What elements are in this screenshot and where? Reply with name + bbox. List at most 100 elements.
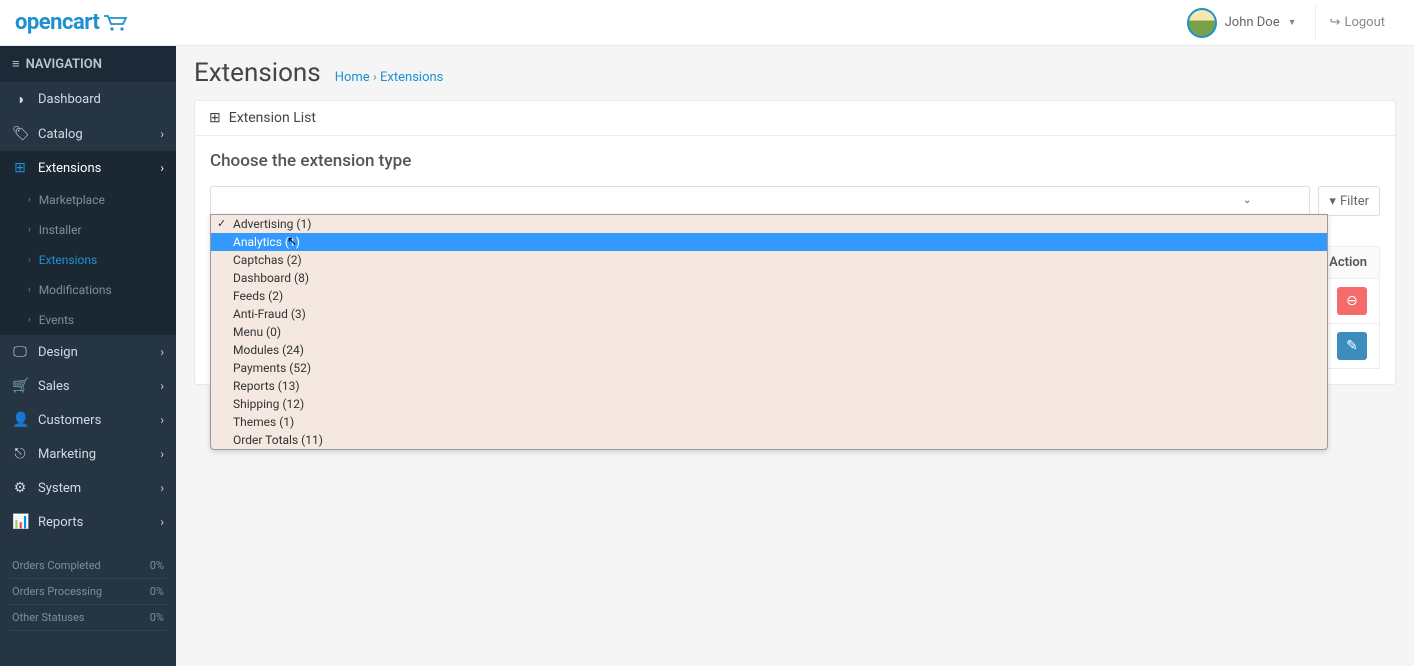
sidebar-item-system[interactable]: ⚙ System › [0,471,176,505]
chevron-right-icon: › [160,345,164,359]
nav-title: ≡ NAVIGATION [0,46,176,82]
stat-row: Orders Completed 0% [10,553,166,579]
chevron-right-icon: › [160,481,164,495]
chevron-right-icon: › [160,379,164,393]
cart-icon: 🛒 [12,378,28,394]
sidebar-item-label: Sales [38,379,70,394]
sidebar-sub-label: Extensions [39,253,97,267]
option-label: Anti-Fraud (3) [233,307,306,321]
chevron-right-icon: › [160,413,164,427]
stat-value: 0% [150,559,164,572]
cog-icon: ⚙ [12,480,28,496]
sidebar-item-extensions[interactable]: ⊞ Extensions › [0,151,176,185]
pencil-icon: ✎ [1346,338,1358,354]
sidebar-item-label: Catalog [38,127,83,142]
sidebar-stats: Orders Completed 0% Orders Processing 0%… [10,553,166,631]
logout-label: Logout [1344,15,1385,30]
breadcrumb-sep: › [373,70,377,85]
dropdown-option-menu[interactable]: Menu (0) [211,323,1327,341]
filter-label: Filter [1340,194,1369,209]
chevron-right-icon: › [160,447,164,461]
option-label: Reports (13) [233,379,300,393]
dropdown-option-anti-fraud[interactable]: Anti-Fraud (3) [211,305,1327,323]
sidebar-sub-installer[interactable]: › Installer [0,215,176,245]
sidebar-sub-marketplace[interactable]: › Marketplace [0,185,176,215]
chevron-right-icon: › [160,161,164,175]
stat-row: Orders Processing 0% [10,579,166,605]
chevron-icon: › [28,195,31,205]
sidebar-item-sales[interactable]: 🛒 Sales › [0,369,176,403]
uninstall-button[interactable]: ⊖ [1337,287,1367,315]
dashboard-icon: ◑ [12,91,28,108]
dropdown-option-themes[interactable]: Themes (1) [211,413,1327,431]
dropdown-option-shipping[interactable]: Shipping (12) [211,395,1327,413]
desktop-icon: 🖵 [12,344,28,360]
logout-link[interactable]: ↪ Logout [1315,5,1399,40]
dropdown-option-dashboard[interactable]: Dashboard (8) [211,269,1327,287]
option-label: Dashboard (8) [233,271,309,285]
sidebar-sub-label: Marketplace [39,193,105,207]
sidebar-sub-events[interactable]: › Events [0,305,176,335]
breadcrumb-current[interactable]: Extensions [380,70,443,85]
header-right: John Doe ▼ ↪ Logout [1187,5,1399,40]
sidebar-item-label: Design [38,345,78,360]
hamburger-icon: ≡ [12,56,20,72]
panel-heading: ⊞ Extension List [195,101,1395,136]
chevron-icon: › [28,255,31,265]
dropdown-option-feeds[interactable]: Feeds (2) [211,287,1327,305]
sidebar-item-dashboard[interactable]: ◑ Dashboard [0,82,176,117]
dropdown-option-analytics[interactable]: Analytics (1)↖ [211,233,1327,251]
brand-name: opencart [15,10,99,35]
sidebar-item-design[interactable]: 🖵 Design › [0,335,176,369]
filter-icon: ▾ [1329,194,1336,209]
page-header: Extensions Home › Extensions [194,58,1396,88]
cart-icon [103,14,129,32]
avatar [1187,8,1217,38]
sidebar-item-catalog[interactable]: 🏷 Catalog › [0,117,176,151]
dropdown-option-captchas[interactable]: Captchas (2) [211,251,1327,269]
chevron-right-icon: › [160,127,164,141]
extension-type-select[interactable]: ⌄ [210,186,1310,216]
dropdown-option-advertising[interactable]: Advertising (1) [211,215,1327,233]
filter-button[interactable]: ▾ Filter [1318,186,1380,216]
tags-icon: 🏷 [12,126,28,142]
stat-row: Other Statuses 0% [10,605,166,631]
sidebar-item-label: Reports [38,515,83,530]
dropdown-option-order-totals[interactable]: Order Totals (11) [211,431,1327,449]
option-label: Modules (24) [233,343,304,357]
option-label: Feeds (2) [233,289,283,303]
panel-body: Choose the extension type ⌄ ▾ Filter Adv… [195,136,1395,384]
main-content: Extensions Home › Extensions ⊞ Extension… [176,46,1414,666]
sidebar-item-marketing[interactable]: ⎋ Marketing › [0,437,176,471]
edit-button[interactable]: ✎ [1337,332,1367,360]
chevron-icon: › [28,315,31,325]
extension-type-dropdown: Advertising (1) Analytics (1)↖ Captchas … [210,214,1328,450]
page-title: Extensions [194,58,321,88]
brand-logo[interactable]: opencart [15,10,129,35]
breadcrumb: Home › Extensions [335,70,444,85]
option-label: Themes (1) [233,415,294,429]
option-label: Shipping (12) [233,397,304,411]
user-menu[interactable]: John Doe ▼ [1187,8,1297,38]
logout-icon: ↪ [1330,15,1341,30]
sidebar-item-reports[interactable]: 📊 Reports › [0,505,176,539]
chevron-icon: › [28,285,31,295]
share-icon: ⎋ [12,446,28,462]
puzzle-icon: ⊞ [209,110,221,126]
sidebar: ≡ NAVIGATION ◑ Dashboard 🏷 Catalog › ⊞ E… [0,46,176,666]
minus-circle-icon: ⊖ [1346,293,1358,309]
sidebar-sub-extensions[interactable]: › Extensions [0,245,176,275]
breadcrumb-home[interactable]: Home [335,70,370,85]
dropdown-option-reports[interactable]: Reports (13) [211,377,1327,395]
dropdown-option-payments[interactable]: Payments (52) [211,359,1327,377]
sidebar-item-label: Marketing [38,447,96,462]
cursor-icon: ↖ [287,233,297,249]
chevron-icon: › [28,225,31,235]
sidebar-item-label: Customers [38,413,101,428]
sidebar-item-label: Extensions [38,161,101,176]
sidebar-item-customers[interactable]: 👤 Customers › [0,403,176,437]
sidebar-sub-modifications[interactable]: › Modifications [0,275,176,305]
dropdown-option-modules[interactable]: Modules (24) [211,341,1327,359]
stat-value: 0% [150,585,164,598]
top-header: opencart John Doe ▼ ↪ Logout [0,0,1414,46]
